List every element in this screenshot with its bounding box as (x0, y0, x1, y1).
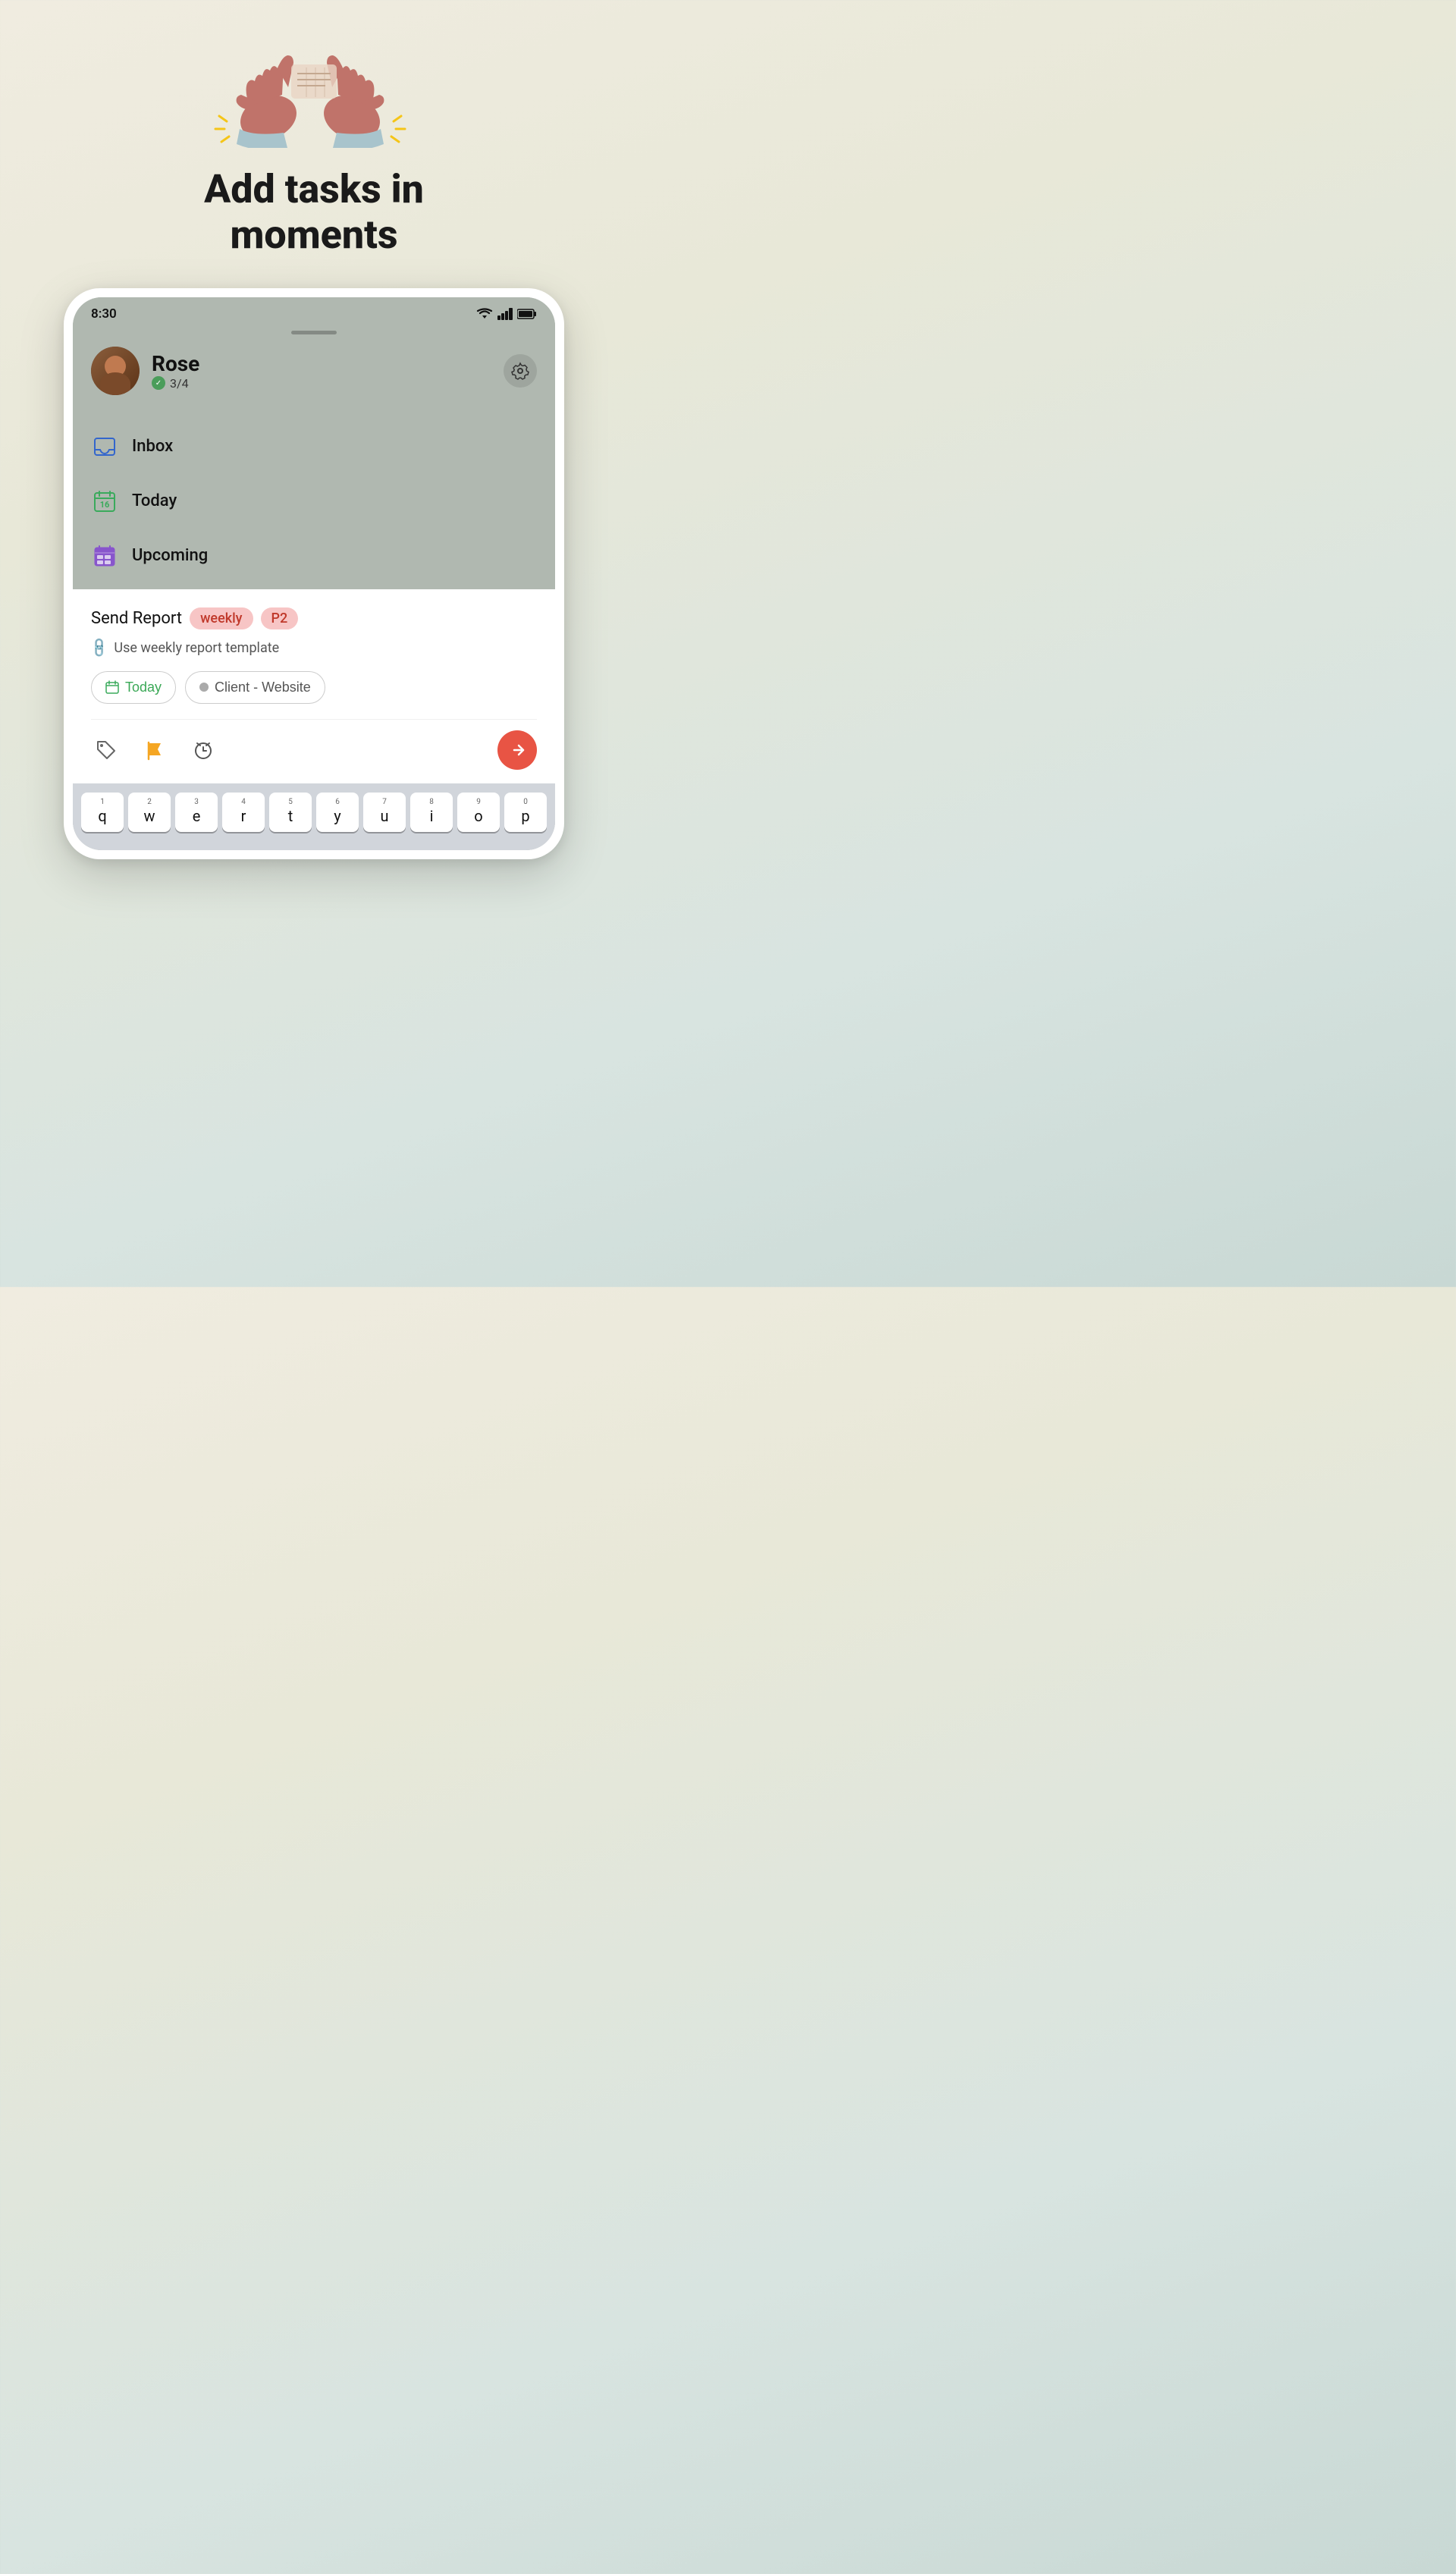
date-button[interactable]: Today (91, 671, 176, 704)
menu-label-upcoming: Upcoming (132, 546, 208, 565)
tag-p2[interactable]: P2 (261, 607, 299, 629)
key-u[interactable]: 7 u (363, 793, 406, 832)
action-buttons-row: Today Client - Website (91, 671, 537, 704)
hero-title: Add tasks in moments (204, 167, 424, 258)
task-text-row: Send Report weekly P2 (91, 607, 537, 629)
link-icon: 🔗 (88, 636, 111, 660)
avatar (91, 347, 140, 395)
status-time: 8:30 (91, 306, 117, 322)
key-w[interactable]: 2 w (128, 793, 171, 832)
tag-icon (96, 739, 117, 761)
status-icons (476, 308, 537, 320)
hero-section: Add tasks in moments 8:30 (0, 0, 628, 890)
toolbar-row (91, 719, 537, 783)
project-btn-label: Client - Website (215, 680, 311, 695)
wifi-icon (476, 308, 493, 320)
send-icon (508, 741, 526, 759)
key-p[interactable]: 0 p (504, 793, 547, 832)
profile-section: Rose ✓ 3/4 (73, 341, 555, 413)
signal-icon (497, 308, 513, 320)
drag-handle (73, 328, 555, 341)
profile-name: Rose (152, 351, 199, 376)
alarm-icon (193, 739, 214, 761)
menu-label-today: Today (132, 491, 177, 510)
menu-section: Inbox 16 Today (73, 413, 555, 589)
upcoming-icon (91, 542, 118, 570)
tag-button[interactable] (91, 735, 121, 765)
task-text: Send Report (91, 609, 182, 628)
key-y[interactable]: 6 y (316, 793, 359, 832)
keyboard-section: 1 q 2 w 3 e 4 r (73, 783, 555, 850)
task-input-section: Send Report weekly P2 🔗 Use weekly repor… (73, 589, 555, 783)
menu-item-upcoming[interactable]: Upcoming (73, 529, 555, 583)
gear-icon (511, 362, 529, 380)
template-text: Use weekly report template (114, 640, 279, 656)
send-button[interactable] (497, 730, 537, 770)
menu-item-today[interactable]: 16 Today (73, 474, 555, 529)
settings-button[interactable] (504, 354, 537, 388)
svg-text:16: 16 (100, 500, 110, 510)
status-bar: 8:30 (73, 297, 555, 328)
key-t[interactable]: 5 t (269, 793, 312, 832)
phone-mockup: 8:30 (64, 288, 564, 859)
key-r[interactable]: 4 r (222, 793, 265, 832)
hands-illustration (193, 30, 435, 152)
keyboard-row-1: 1 q 2 w 3 e 4 r (79, 793, 549, 832)
profile-tasks: ✓ 3/4 (152, 376, 199, 391)
calendar-icon (105, 680, 119, 694)
toolbar-icons (91, 735, 218, 765)
project-button[interactable]: Client - Website (185, 671, 325, 704)
key-e[interactable]: 3 e (175, 793, 218, 832)
inbox-icon (91, 433, 118, 460)
key-q[interactable]: 1 q (81, 793, 124, 832)
profile-info: Rose ✓ 3/4 (152, 351, 199, 391)
battery-icon (517, 309, 537, 319)
date-btn-label: Today (125, 680, 162, 695)
check-circle-icon: ✓ (152, 376, 165, 390)
dot-icon (199, 683, 209, 692)
menu-item-inbox[interactable]: Inbox (73, 419, 555, 474)
flag-button[interactable] (140, 735, 170, 765)
profile-left: Rose ✓ 3/4 (91, 347, 199, 395)
key-i[interactable]: 8 i (410, 793, 453, 832)
template-suggestion[interactable]: 🔗 Use weekly report template (91, 640, 537, 656)
menu-label-inbox: Inbox (132, 437, 173, 456)
alarm-button[interactable] (188, 735, 218, 765)
today-icon: 16 (91, 488, 118, 515)
key-o[interactable]: 9 o (457, 793, 500, 832)
profile-tasks-count: 3/4 (170, 376, 189, 391)
tag-weekly[interactable]: weekly (190, 607, 253, 629)
flag-icon (144, 739, 165, 761)
